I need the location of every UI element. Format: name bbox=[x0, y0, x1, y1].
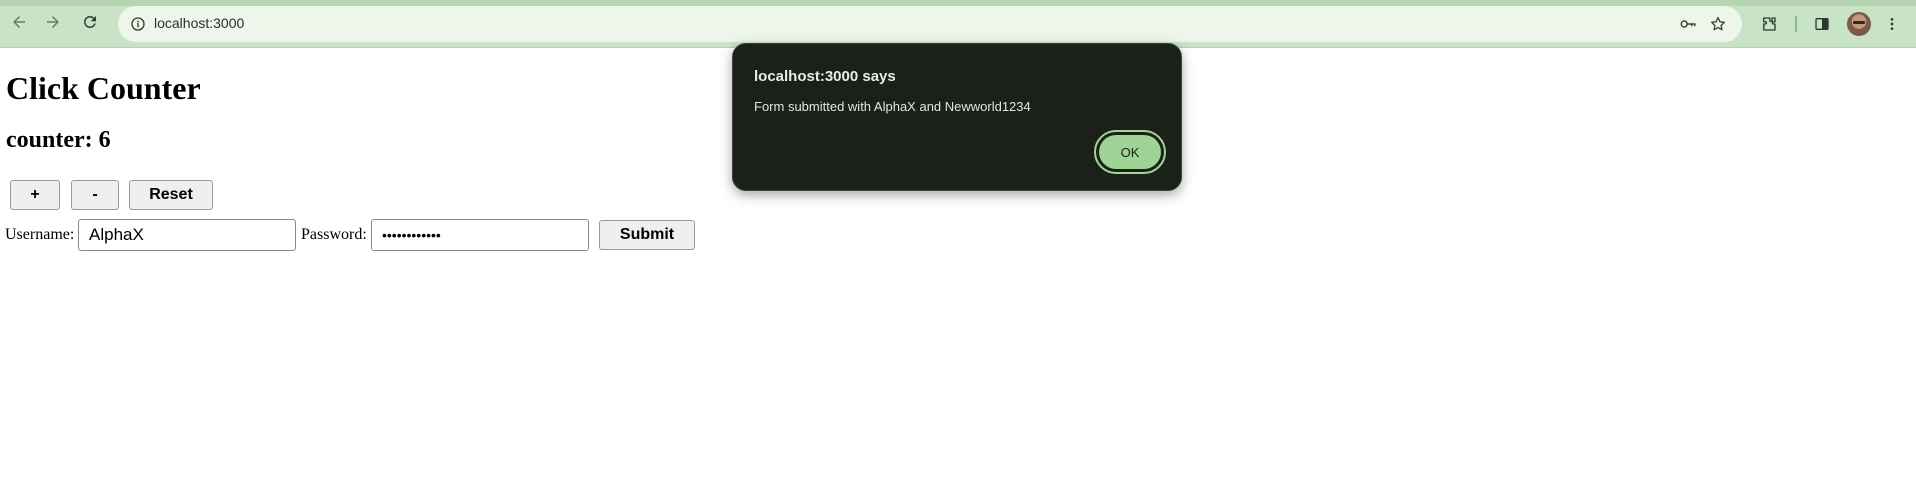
star-icon[interactable] bbox=[1708, 14, 1728, 34]
alert-dialog: localhost:3000 says Form submitted with … bbox=[732, 43, 1182, 191]
password-label: Password: bbox=[301, 226, 367, 243]
reset-button[interactable]: Reset bbox=[129, 180, 213, 210]
back-button[interactable] bbox=[7, 12, 31, 36]
reload-button[interactable] bbox=[78, 12, 102, 36]
username-input[interactable]: AlphaX bbox=[78, 219, 296, 251]
kebab-menu-icon[interactable] bbox=[1880, 12, 1904, 36]
forward-button[interactable] bbox=[41, 12, 65, 36]
counter-display: counter: 6 bbox=[6, 127, 111, 153]
page-title: Click Counter bbox=[6, 70, 201, 106]
dialog-title: localhost:3000 says bbox=[754, 68, 896, 85]
password-input[interactable]: •••••••••••• bbox=[371, 219, 589, 251]
ok-button[interactable]: OK bbox=[1099, 135, 1161, 169]
dialog-message: Form submitted with AlphaX and Newworld1… bbox=[754, 99, 1031, 114]
browser-toolbar: localhost:3000 bbox=[0, 0, 1916, 48]
submit-button[interactable]: Submit bbox=[599, 220, 695, 250]
key-icon[interactable] bbox=[1678, 14, 1698, 34]
address-bar[interactable]: localhost:3000 bbox=[118, 6, 1742, 42]
url-text[interactable]: localhost:3000 bbox=[154, 15, 244, 31]
info-icon[interactable] bbox=[128, 14, 148, 34]
reload-icon bbox=[81, 13, 99, 36]
arrow-left-icon bbox=[10, 13, 28, 36]
avatar[interactable] bbox=[1847, 12, 1871, 36]
toolbar-divider bbox=[1795, 16, 1797, 32]
decrement-button[interactable]: - bbox=[71, 180, 119, 210]
increment-button[interactable]: + bbox=[10, 180, 60, 210]
ok-button-focus-ring: OK bbox=[1094, 130, 1166, 174]
side-panel-icon[interactable] bbox=[1810, 12, 1834, 36]
arrow-right-icon bbox=[44, 13, 62, 36]
username-label: Username: bbox=[5, 226, 75, 243]
puzzle-icon[interactable] bbox=[1757, 12, 1781, 36]
